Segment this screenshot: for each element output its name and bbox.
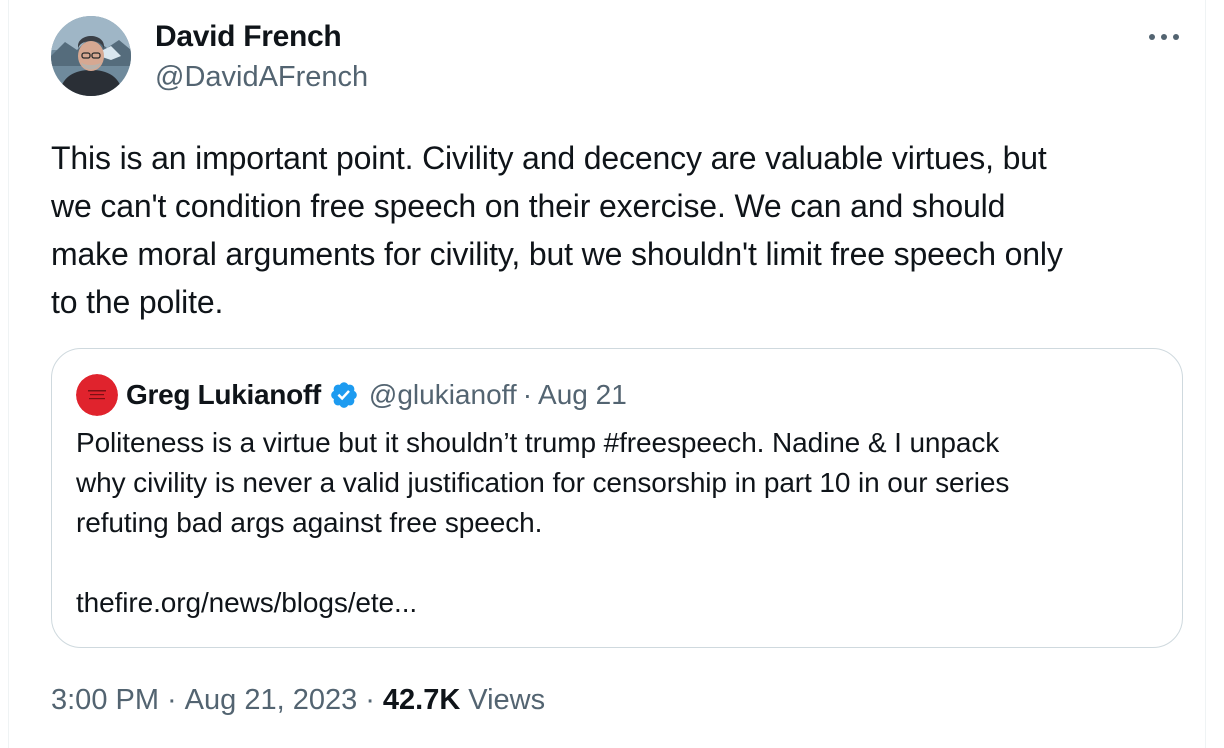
- quoted-tweet-text: Politeness is a virtue but it shouldn’t …: [76, 427, 1010, 538]
- tweet-metadata: 3:00 PM · Aug 21, 2023 · 42.7K Views: [51, 680, 545, 720]
- profile-photo-icon: [51, 16, 131, 96]
- quoted-tweet-link[interactable]: thefire.org/news/blogs/ete...: [76, 583, 417, 623]
- author-handle[interactable]: @DavidAFrench: [155, 58, 368, 96]
- separator-dot: ·: [365, 683, 375, 716]
- author-avatar[interactable]: [51, 16, 131, 96]
- quoted-author-handle[interactable]: @glukianoff: [369, 379, 517, 411]
- quoted-author-avatar[interactable]: [76, 374, 118, 416]
- verified-badge-icon: [329, 380, 359, 410]
- tweet-date[interactable]: Aug 21, 2023: [185, 684, 358, 717]
- separator-dot: ·: [522, 379, 533, 410]
- tweet-time[interactable]: 3:00 PM: [51, 684, 159, 717]
- quoted-tweet-header: Greg Lukianoff @glukianoff · Aug 21: [126, 375, 627, 415]
- views-count: 42.7K: [382, 683, 461, 716]
- more-options-icon: [1149, 34, 1179, 40]
- more-options-button[interactable]: [1139, 20, 1189, 54]
- quoted-tweet[interactable]: Greg Lukianoff @glukianoff · Aug 21 Poli…: [51, 348, 1183, 648]
- author-name[interactable]: David French: [155, 18, 342, 56]
- separator-dot: ·: [167, 683, 177, 716]
- quoted-tweet-date[interactable]: Aug 21: [538, 379, 627, 411]
- tweet-card: David French @DavidAFrench This is an im…: [8, 0, 1206, 748]
- tweet-text: This is an important point. Civility and…: [51, 140, 1063, 320]
- red-book-avatar-icon: [76, 374, 118, 416]
- views-label: Views: [468, 683, 546, 716]
- quoted-author-name[interactable]: Greg Lukianoff: [126, 379, 321, 411]
